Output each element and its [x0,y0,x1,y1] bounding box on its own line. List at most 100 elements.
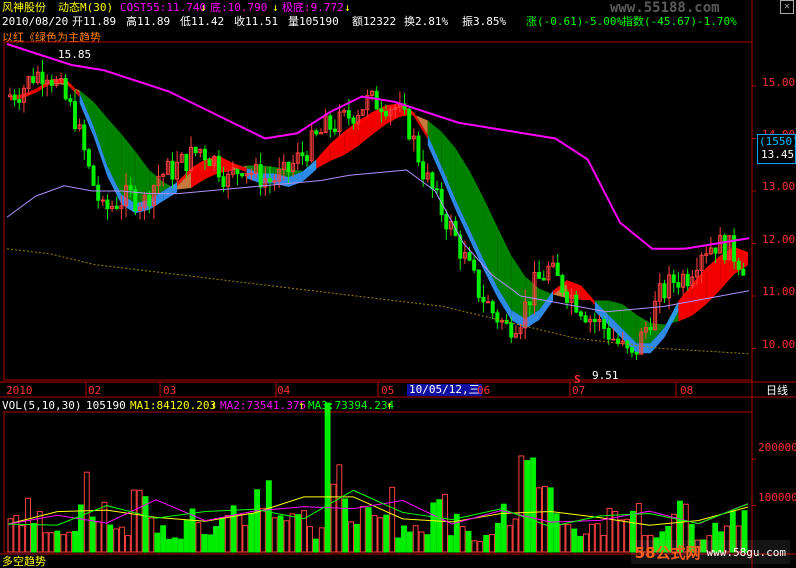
trend-ribbon-segment [79,90,94,127]
down-candle [592,318,597,323]
volume-bar [218,517,225,553]
volume-bar [183,519,190,553]
volume-bar [60,534,67,553]
volume-bar [553,513,560,553]
volume-bar [541,485,548,553]
volume-bar [301,510,308,553]
volume-bar [295,514,302,553]
volume-bar [277,515,284,553]
down-candle [184,153,189,171]
volume-bar [365,507,372,553]
time-tick-04: 04 [277,384,291,397]
down-candle [555,262,560,276]
trend-ribbon-segment [121,134,136,204]
volume-bar [248,513,255,553]
down-candle [193,146,198,154]
trend-ribbon-inner [65,79,80,97]
down-candle [114,205,119,209]
trend-ribbon-inner [232,163,247,173]
down-candle [258,164,263,188]
low-annotation: 9.51 [592,369,619,382]
down-candle [467,252,472,261]
volume-bar [547,487,554,553]
down-candle [574,294,579,313]
volume-bar [447,535,454,553]
down-candle [583,315,588,323]
down-candle [671,274,676,284]
price-box-code: (1550) [759,135,796,148]
down-candle [732,235,737,262]
trend-ribbon-inner [51,79,66,83]
volume-title: VOL(5,10,30) [2,399,82,412]
down-candle [481,296,486,303]
volume-bar [453,513,460,553]
volume-bar [201,534,208,553]
volume-bar [213,526,219,553]
down-candle [49,79,54,86]
down-candle [722,235,727,261]
volume-bar [89,516,96,553]
volume-bar [577,535,584,553]
chart-window: 风神股份 动态M(30) COST55:11.740 ↓ 底:10.790 ↓ … [0,0,796,568]
volume-bar [530,457,537,553]
volume-ma1: MA1:84120.203 [130,399,217,412]
volume-bar [594,523,601,553]
volume-bar [588,523,595,553]
volume-bar [13,514,20,553]
up-candle [272,180,277,183]
volume-bar [406,531,413,553]
volume-ma2: MA2:73541.375 [220,399,307,412]
volume-bar [119,526,125,553]
volume-bar [154,532,161,553]
volume-bar [348,521,355,553]
chart-svg [0,0,796,568]
volume-bar [418,531,425,553]
volume-bar [565,524,572,553]
down-candle [472,259,477,271]
volume-bar [66,531,73,553]
down-candle [560,274,565,293]
down-candle [634,351,639,355]
down-candle [351,117,356,124]
volume-bar [583,533,589,553]
down-candle [128,185,133,191]
trend-ribbon-inner [23,87,38,98]
volume-bar [477,541,484,553]
down-candle [17,99,22,103]
ma1-arrow-icon: ↑ [210,399,217,412]
down-candle [606,327,611,340]
time-tick-07: 07 [572,384,586,397]
volume-bar [19,525,26,553]
down-candle [616,338,621,344]
mid-moving-average-line [6,169,750,313]
trend-ribbon-segment [636,314,651,344]
volume-bar [518,455,525,553]
volume-bar [559,523,566,553]
volume-bar [283,520,290,553]
down-candle [235,169,240,175]
volume-bar [483,534,490,553]
volume-bar [618,519,625,553]
price-box-value: 13.45 [761,148,795,161]
trend-ribbon-segment [511,255,526,319]
volume-bar [130,489,137,553]
volume-bar [383,514,390,553]
time-tick-06: 06 [477,384,491,397]
price-box: (1550) 13.45 [757,134,796,164]
price-tick-15: 15.00 [762,76,796,89]
down-candle [63,78,68,100]
volume-bar [465,530,472,553]
trend-ribbon-inner [636,343,651,354]
period-label[interactable]: 日线 [766,385,788,397]
down-candle [383,111,388,117]
down-candle [476,269,481,298]
ma2-arrow-icon: ↑ [298,399,305,412]
price-tick-12: 12.00 [762,233,796,246]
volume-bar [342,498,349,553]
down-candle [96,184,101,201]
volume-bar [471,540,478,553]
down-candle [662,283,667,299]
trend-ribbon-inner [37,79,52,92]
trend-ribbon-segment [692,268,707,316]
site-watermark: 58公式网 www.58gu.com [630,540,790,564]
